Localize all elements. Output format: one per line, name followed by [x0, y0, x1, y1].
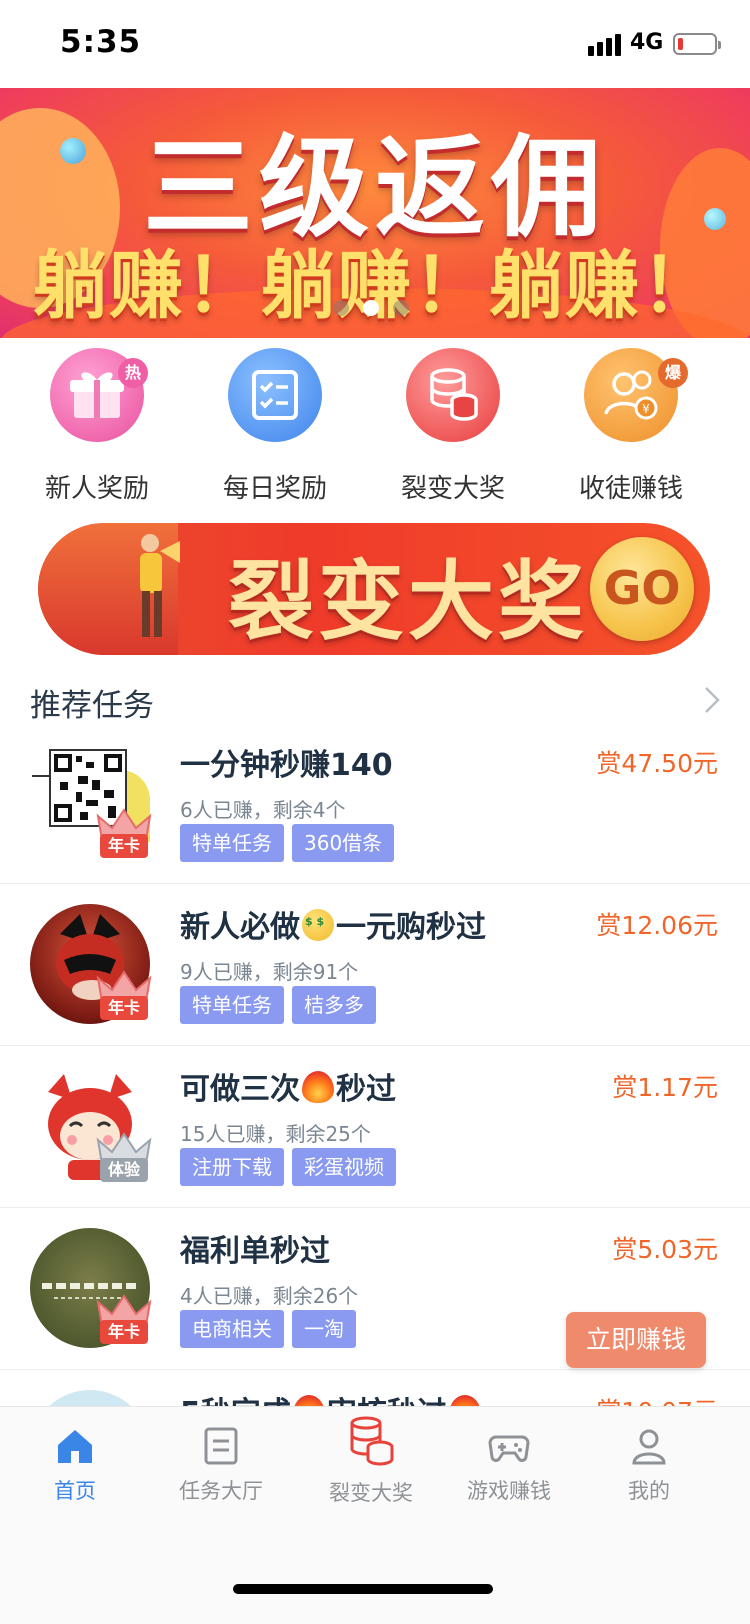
task-reward: 赏47.50元 — [596, 749, 718, 778]
annual-card-badge: 年卡 — [96, 968, 152, 1024]
quick-fission-prize[interactable]: 裂变大奖 — [368, 348, 538, 508]
quick-actions: 热 新人奖励 每日奖励 裂变大奖 ¥ 爆 收徒赚钱 — [0, 348, 750, 508]
gamepad-icon — [488, 1435, 530, 1462]
signal-icon — [588, 34, 621, 56]
chevron-right-icon[interactable] — [700, 682, 726, 718]
home-indicator[interactable] — [233, 1584, 493, 1594]
money-face-emoji-icon — [302, 909, 334, 941]
task-tags: 电商相关 一淘 — [180, 1310, 364, 1348]
task-tag: 电商相关 — [180, 1310, 284, 1348]
task-tag: 彩蛋视频 — [292, 1148, 396, 1186]
fission-promo-banner[interactable]: 裂变大奖 GO — [38, 523, 710, 655]
battery-icon — [673, 33, 721, 55]
boom-badge: 爆 — [658, 358, 688, 388]
quick-label: 裂变大奖 — [400, 474, 505, 504]
hot-badge: 热 — [118, 358, 148, 388]
task-tag: 特单任务 — [180, 824, 284, 862]
user-icon — [632, 1429, 666, 1465]
fire-emoji-icon — [302, 1071, 334, 1103]
svg-text:¥: ¥ — [642, 402, 650, 416]
quick-label: 新人奖励 — [44, 474, 149, 504]
network-type: 4G — [630, 30, 664, 55]
go-button[interactable]: GO — [590, 537, 694, 641]
pagination-dot[interactable] — [333, 300, 349, 316]
trial-badge: 体验 — [96, 1130, 152, 1186]
annual-card-badge: 年卡 — [96, 1292, 152, 1348]
task-tag: 注册下载 — [180, 1148, 284, 1186]
task-row[interactable]: 年卡 新人必做一元购秒过 赏12.06元 9人已赚，剩余91个 特单任务桔多多 — [0, 884, 750, 1046]
task-tags: 特单任务 桔多多 — [180, 986, 384, 1024]
quick-daily-reward[interactable]: 每日奖励 — [190, 348, 360, 508]
task-row[interactable]: 体验 可做三次 秒过 赏1.17元 15人已赚，剩余25个 注册下载 彩蛋视频 — [0, 1046, 750, 1208]
checklist-icon — [228, 348, 322, 442]
coins-stack-icon — [350, 1416, 394, 1466]
task-tags: 注册下载 彩蛋视频 — [180, 1148, 404, 1186]
pagination-dot-active[interactable] — [363, 300, 379, 316]
quick-label: 每日奖励 — [222, 474, 327, 504]
top-banner[interactable]: 三级返佣 躺赚！躺赚！躺赚！ — [0, 88, 750, 338]
home-icon — [58, 1430, 92, 1463]
task-title: 新人必做一元购秒过 — [180, 902, 486, 946]
task-reward: 赏5.03元 — [612, 1235, 718, 1264]
banner-pagination — [333, 300, 423, 316]
document-icon — [204, 1427, 238, 1465]
task-row[interactable]: 年卡 一分钟秒赚140 赏47.50元 6人已赚，剩余4个 特单任务 360借条 — [0, 722, 750, 884]
tab-game-earn[interactable]: 游戏赚钱 — [434, 1407, 584, 1517]
task-meta: 4人已赚，剩余26个 — [180, 1284, 359, 1308]
tab-fission-prize[interactable]: 裂变大奖 — [296, 1407, 446, 1517]
annual-card-badge: 年卡 — [96, 806, 152, 862]
banner-subtitle: 躺赚！躺赚！躺赚！ — [33, 243, 717, 329]
earn-now-button[interactable]: 立即赚钱 — [566, 1312, 706, 1368]
tab-home[interactable]: 首页 — [0, 1407, 150, 1517]
quick-new-user-reward[interactable]: 热 新人奖励 — [12, 348, 182, 508]
quick-recruit-earn[interactable]: ¥ 爆 收徒赚钱 — [546, 348, 716, 508]
status-time: 5:35 — [60, 24, 142, 60]
task-tag: 桔多多 — [292, 986, 376, 1024]
megaphone-person-icon — [140, 534, 180, 637]
coins-stack-icon — [406, 348, 500, 442]
task-title: 可做三次 秒过 — [180, 1071, 396, 1107]
tab-task-hall[interactable]: 任务大厅 — [146, 1407, 296, 1517]
task-meta: 15人已赚，剩余25个 — [180, 1122, 371, 1146]
task-tag: 特单任务 — [180, 986, 284, 1024]
task-tags: 特单任务 360借条 — [180, 824, 402, 862]
quick-label: 收徒赚钱 — [578, 474, 683, 504]
tab-mine[interactable]: 我的 — [574, 1407, 724, 1517]
section-title: 推荐任务 — [30, 688, 154, 724]
status-bar: 5:35 4G — [0, 0, 750, 88]
task-meta: 9人已赚，剩余91个 — [180, 960, 359, 984]
task-reward: 赏12.06元 — [596, 911, 718, 940]
task-meta: 6人已赚，剩余4个 — [180, 798, 346, 822]
task-tag: 一淘 — [292, 1310, 356, 1348]
task-title: 一分钟秒赚140 — [180, 748, 393, 783]
task-reward: 赏1.17元 — [612, 1073, 718, 1102]
task-title: 福利单秒过 — [180, 1234, 330, 1269]
promo-text: 裂变大奖 — [228, 552, 588, 652]
task-tag: 360借条 — [292, 824, 395, 862]
pagination-dot[interactable] — [393, 300, 409, 316]
